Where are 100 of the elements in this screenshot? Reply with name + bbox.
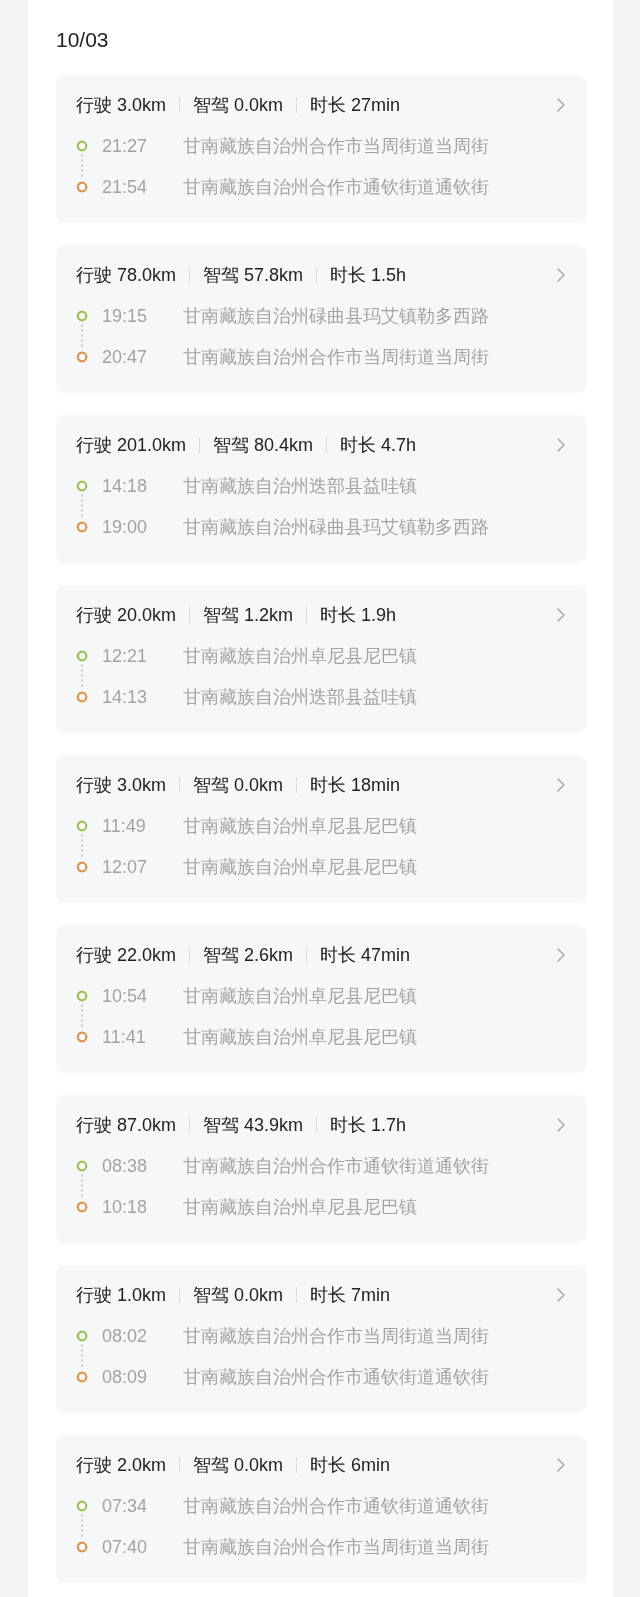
trip-card[interactable]: 行驶 1.0km 智驾 0.0km 时长 7min 08:02 甘南藏族自治州合作市当周街道当周街 08:09 甘南藏族自治州合作市通钦街道通钦街 [56, 1265, 586, 1413]
trip-stat: 智驾 0.0km [193, 1454, 284, 1477]
trip-stat: 行驶 1.0km [76, 1284, 167, 1307]
end-point-icon [76, 1541, 88, 1553]
end-point-icon [76, 1371, 88, 1383]
chevron-right-icon[interactable] [556, 1117, 566, 1133]
end-place: 甘南藏族自治州合作市当周街道当周街 [183, 1536, 489, 1559]
end-point-icon [76, 691, 88, 703]
end-time: 19:00 [102, 516, 149, 539]
start-time: 21:27 [102, 135, 149, 158]
trip-card[interactable]: 行驶 20.0km 智驾 1.2km 时长 1.9h 12:21 甘南藏族自治州卓尼县尼巴镇 14:13 甘南藏族自治州迭部县益哇镇 [56, 585, 586, 733]
start-point-icon [76, 1330, 88, 1342]
start-time: 07:34 [102, 1495, 149, 1518]
trip-stat: 智驾 2.6km [203, 944, 294, 967]
end-point-icon [76, 521, 88, 533]
trip-stat: 时长 4.7h [340, 434, 417, 457]
start-time: 14:18 [102, 475, 149, 498]
start-point-icon [76, 480, 88, 492]
end-point-icon [76, 1201, 88, 1213]
end-point-icon [76, 861, 88, 873]
start-point-icon [76, 1500, 88, 1512]
start-place: 甘南藏族自治州碌曲县玛艾镇勒多西路 [183, 305, 489, 328]
chevron-right-icon[interactable] [556, 607, 566, 623]
end-point-icon [76, 181, 88, 193]
end-place: 甘南藏族自治州卓尼县尼巴镇 [183, 1196, 417, 1219]
end-time: 11:41 [102, 1026, 147, 1049]
start-point-icon [76, 820, 88, 832]
chevron-right-icon[interactable] [556, 267, 566, 283]
trip-stat: 行驶 78.0km [76, 264, 177, 287]
chevron-right-icon[interactable] [556, 437, 566, 453]
start-point-icon [76, 1160, 88, 1172]
end-time: 07:40 [102, 1536, 149, 1559]
start-time: 10:54 [102, 985, 149, 1008]
chevron-right-icon[interactable] [556, 1287, 566, 1303]
trip-stat: 时长 27min [310, 94, 401, 117]
start-place: 甘南藏族自治州卓尼县尼巴镇 [183, 985, 417, 1008]
trip-stat: 行驶 20.0km [76, 604, 177, 627]
trip-stat: 时长 1.5h [330, 264, 407, 287]
start-place: 甘南藏族自治州迭部县益哇镇 [183, 475, 417, 498]
trip-card[interactable]: 行驶 78.0km 智驾 57.8km 时长 1.5h 19:15 甘南藏族自治州碌曲县玛艾镇勒多西路 20:47 甘南藏族自治州合作市当周街道当周街 [56, 245, 586, 393]
chevron-right-icon[interactable] [556, 947, 566, 963]
date-heading: 10/03 [56, 27, 110, 53]
trip-stat: 智驾 1.2km [203, 604, 294, 627]
end-place: 甘南藏族自治州卓尼县尼巴镇 [183, 1026, 417, 1049]
end-time: 12:07 [102, 856, 149, 879]
end-time: 14:13 [102, 686, 149, 709]
start-time: 08:38 [102, 1155, 149, 1178]
trip-card[interactable]: 行驶 87.0km 智驾 43.9km 时长 1.7h 08:38 甘南藏族自治州合作市通钦街道通钦街 10:18 甘南藏族自治州卓尼县尼巴镇 [56, 1095, 586, 1243]
chevron-right-icon[interactable] [556, 97, 566, 113]
trip-stat: 智驾 0.0km [193, 1284, 284, 1307]
end-place: 甘南藏族自治州碌曲县玛艾镇勒多西路 [183, 516, 489, 539]
trip-stat: 行驶 3.0km [76, 774, 167, 797]
chevron-right-icon[interactable] [556, 1457, 566, 1473]
end-place: 甘南藏族自治州合作市当周街道当周街 [183, 346, 489, 369]
start-place: 甘南藏族自治州合作市通钦街道通钦街 [183, 1155, 489, 1178]
trip-card[interactable]: 行驶 22.0km 智驾 2.6km 时长 47min 10:54 甘南藏族自治州卓尼县尼巴镇 11:41 甘南藏族自治州卓尼县尼巴镇 [56, 925, 586, 1073]
trip-stat: 智驾 0.0km [193, 774, 284, 797]
start-place: 甘南藏族自治州合作市通钦街道通钦街 [183, 1495, 489, 1518]
end-time: 08:09 [102, 1366, 149, 1389]
trip-stat: 智驾 0.0km [193, 94, 284, 117]
end-place: 甘南藏族自治州合作市通钦街道通钦街 [183, 1366, 489, 1389]
trip-stat: 智驾 80.4km [213, 434, 314, 457]
trip-stat: 时长 6min [310, 1454, 391, 1477]
end-time: 21:54 [102, 176, 149, 199]
start-point-icon [76, 140, 88, 152]
start-place: 甘南藏族自治州卓尼县尼巴镇 [183, 645, 417, 668]
start-time: 19:15 [102, 305, 149, 328]
trip-stat: 时长 18min [310, 774, 401, 797]
start-place: 甘南藏族自治州合作市当周街道当周街 [183, 1325, 489, 1348]
trip-stat: 行驶 87.0km [76, 1114, 177, 1137]
trip-stat: 行驶 3.0km [76, 94, 167, 117]
trip-stat: 行驶 22.0km [76, 944, 177, 967]
chevron-right-icon[interactable] [556, 777, 566, 793]
end-point-icon [76, 1031, 88, 1043]
start-time: 11:49 [102, 815, 147, 838]
start-place: 甘南藏族自治州卓尼县尼巴镇 [183, 815, 417, 838]
trip-stat: 智驾 43.9km [203, 1114, 304, 1137]
start-point-icon [76, 990, 88, 1002]
trip-stat: 时长 1.7h [330, 1114, 407, 1137]
end-time: 10:18 [102, 1196, 149, 1219]
start-time: 12:21 [102, 645, 149, 668]
end-place: 甘南藏族自治州合作市通钦街道通钦街 [183, 176, 489, 199]
trip-stat: 时长 47min [320, 944, 411, 967]
trip-stat: 行驶 201.0km [76, 434, 187, 457]
trip-stat: 智驾 57.8km [203, 264, 304, 287]
trip-card[interactable]: 行驶 201.0km 智驾 80.4km 时长 4.7h 14:18 甘南藏族自治州迭部县益哇镇 19:00 甘南藏族自治州碌曲县玛艾镇勒多西路 [56, 415, 586, 563]
trip-card[interactable]: 行驶 3.0km 智驾 0.0km 时长 27min 21:27 甘南藏族自治州合作市当周街道当周街 21:54 甘南藏族自治州合作市通钦街道通钦街 [56, 75, 586, 223]
end-place: 甘南藏族自治州迭部县益哇镇 [183, 686, 417, 709]
start-point-icon [76, 650, 88, 662]
start-point-icon [76, 310, 88, 322]
end-point-icon [76, 351, 88, 363]
trip-stat: 时长 7min [310, 1284, 391, 1307]
trip-stat: 时长 1.9h [320, 604, 397, 627]
end-time: 20:47 [102, 346, 149, 369]
end-place: 甘南藏族自治州卓尼县尼巴镇 [183, 856, 417, 879]
start-time: 08:02 [102, 1325, 149, 1348]
start-place: 甘南藏族自治州合作市当周街道当周街 [183, 135, 489, 158]
trip-card[interactable]: 行驶 2.0km 智驾 0.0km 时长 6min 07:34 甘南藏族自治州合作市通钦街道通钦街 07:40 甘南藏族自治州合作市当周街道当周街 [56, 1435, 586, 1583]
trip-stat: 行驶 2.0km [76, 1454, 167, 1477]
trip-card[interactable]: 行驶 3.0km 智驾 0.0km 时长 18min 11:49 甘南藏族自治州卓尼县尼巴镇 12:07 甘南藏族自治州卓尼县尼巴镇 [56, 755, 586, 903]
